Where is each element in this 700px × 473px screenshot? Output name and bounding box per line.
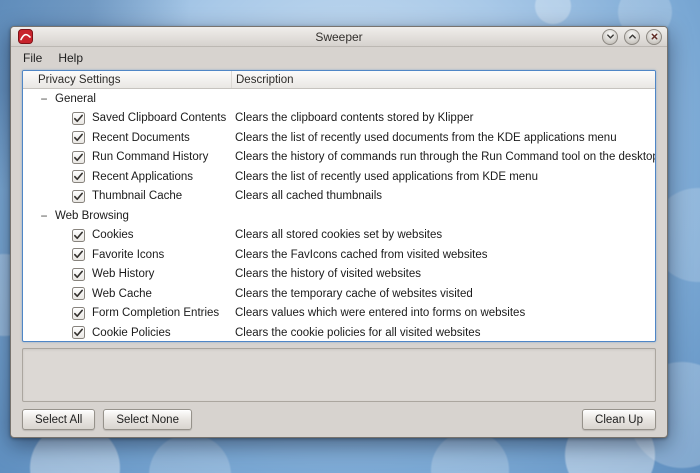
check-icon [73, 327, 84, 338]
check-icon [73, 132, 84, 143]
item-description: Clears the list of recently used documen… [231, 132, 655, 144]
checkbox-checked[interactable] [72, 268, 85, 281]
check-icon [73, 269, 84, 280]
check-icon [73, 152, 84, 163]
tree-item-row[interactable]: Favorite Icons Clears the FavIcons cache… [23, 245, 655, 265]
item-label: Recent Documents [92, 132, 190, 144]
item-description: Clears the history of commands run throu… [231, 151, 655, 163]
chevron-down-icon [606, 32, 615, 41]
item-description: Clears the cookie policies for all visit… [231, 327, 655, 339]
item-description: Clears the FavIcons cached from visited … [231, 249, 655, 261]
check-icon [73, 249, 84, 260]
checkbox-checked[interactable] [72, 229, 85, 242]
tree-item-row[interactable]: Form Completion Entries Clears values wh… [23, 304, 655, 324]
tree-item-row[interactable]: Cookie Policies Clears the cookie polici… [23, 323, 655, 342]
sweeper-window: Sweeper File Help [10, 26, 668, 438]
minimize-button[interactable] [602, 29, 618, 45]
item-label: Saved Clipboard Contents [92, 112, 226, 124]
privacy-settings-tree: Privacy Settings Description − General S… [22, 70, 656, 342]
group-label: Web Browsing [55, 210, 129, 222]
checkbox-checked[interactable] [72, 170, 85, 183]
window-title: Sweeper [11, 30, 667, 44]
item-label: Form Completion Entries [92, 307, 219, 319]
checkbox-checked[interactable] [72, 287, 85, 300]
window-controls [602, 29, 662, 45]
item-description: Clears all cached thumbnails [231, 190, 655, 202]
checkbox-checked[interactable] [72, 190, 85, 203]
check-icon [73, 288, 84, 299]
column-header-description[interactable]: Description [231, 71, 655, 88]
check-icon [73, 191, 84, 202]
chevron-up-icon [628, 32, 637, 41]
tree-group-row[interactable]: − General [23, 89, 655, 109]
tree-item-row[interactable]: Recent Applications Clears the list of r… [23, 167, 655, 187]
desktop-background: { "window": { "title": "Sweeper" }, "men… [0, 0, 700, 473]
tree-header: Privacy Settings Description [23, 71, 655, 89]
item-label: Thumbnail Cache [92, 190, 182, 202]
collapse-icon[interactable]: − [39, 211, 49, 221]
menu-help[interactable]: Help [50, 49, 91, 67]
checkbox-checked[interactable] [72, 112, 85, 125]
clean-up-button[interactable]: Clean Up [582, 409, 656, 430]
checkbox-checked[interactable] [72, 248, 85, 261]
tree-item-row[interactable]: Recent Documents Clears the list of rece… [23, 128, 655, 148]
check-icon [73, 171, 84, 182]
app-icon [18, 29, 33, 44]
item-label: Recent Applications [92, 171, 193, 183]
item-label: Web History [92, 268, 154, 280]
column-header-privacy-settings[interactable]: Privacy Settings [23, 74, 231, 86]
checkbox-checked[interactable] [72, 326, 85, 339]
item-label: Cookie Policies [92, 327, 171, 339]
titlebar[interactable]: Sweeper [11, 27, 667, 47]
item-label: Cookies [92, 229, 134, 241]
group-label: General [55, 93, 96, 105]
check-icon [73, 308, 84, 319]
tree-item-row[interactable]: Web Cache Clears the temporary cache of … [23, 284, 655, 304]
checkbox-checked[interactable] [72, 151, 85, 164]
tree-item-row[interactable]: Web History Clears the history of visite… [23, 265, 655, 285]
collapse-icon[interactable]: − [39, 94, 49, 104]
item-label: Run Command History [92, 151, 208, 163]
close-button[interactable] [646, 29, 662, 45]
item-description: Clears the history of visited websites [231, 268, 655, 280]
check-icon [73, 230, 84, 241]
checkbox-checked[interactable] [72, 307, 85, 320]
item-description: Clears the list of recently used applica… [231, 171, 655, 183]
check-icon [73, 113, 84, 124]
item-label: Web Cache [92, 288, 152, 300]
checkbox-checked[interactable] [72, 131, 85, 144]
tree-item-row[interactable]: Saved Clipboard Contents Clears the clip… [23, 109, 655, 129]
select-all-button[interactable]: Select All [22, 409, 95, 430]
close-icon [650, 32, 659, 41]
tree-item-row[interactable]: Cookies Clears all stored cookies set by… [23, 226, 655, 246]
item-description: Clears the temporary cache of websites v… [231, 288, 655, 300]
window-content: Privacy Settings Description − General S… [11, 69, 667, 437]
item-description: Clears values which were entered into fo… [231, 307, 655, 319]
menu-file[interactable]: File [15, 49, 50, 67]
maximize-button[interactable] [624, 29, 640, 45]
select-none-button[interactable]: Select None [103, 409, 192, 430]
button-bar: Select All Select None Clean Up [22, 409, 656, 430]
tree-item-row[interactable]: Thumbnail Cache Clears all cached thumbn… [23, 187, 655, 207]
item-label: Favorite Icons [92, 249, 164, 261]
menubar: File Help [11, 47, 667, 69]
tree-group-row[interactable]: − Web Browsing [23, 206, 655, 226]
item-description: Clears all stored cookies set by website… [231, 229, 655, 241]
tree-item-row[interactable]: Run Command History Clears the history o… [23, 148, 655, 168]
details-pane [22, 348, 656, 402]
item-description: Clears the clipboard contents stored by … [231, 112, 655, 124]
